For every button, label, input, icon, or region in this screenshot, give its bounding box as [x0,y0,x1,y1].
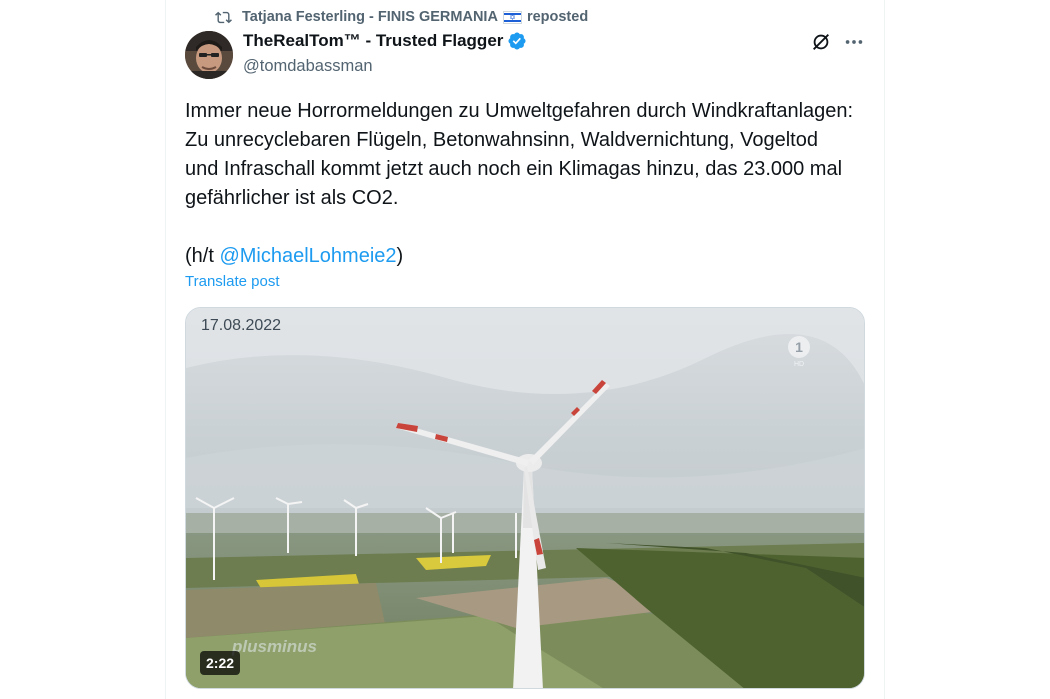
tweet-body: Immer neue Horrormeldungen zu Umweltgefa… [185,100,859,209]
repost-icon [215,11,232,23]
author-name-row[interactable]: TheRealTom™ - Trusted Flagger [243,31,527,51]
grok-icon[interactable] [810,31,832,53]
video-duration-badge: 2:22 [200,651,241,675]
repost-suffix: reposted [526,9,589,25]
hat-tip-prefix: (h/t [185,245,220,267]
video-player[interactable] [185,307,865,689]
author-handle[interactable]: @tomdabassman [243,57,373,76]
repost-header[interactable]: Tatjana Festerling - FINIS GERMANIA ✡ re… [215,7,588,27]
video-thumbnail [186,308,864,688]
translate-post-link[interactable]: Translate post [185,273,280,290]
plusminus-watermark: plusminus [232,637,318,656]
repost-author[interactable]: Tatjana Festerling - FINIS GERMANIA [242,9,498,25]
author-name[interactable]: TheRealTom™ - Trusted Flagger [243,31,503,51]
hat-tip-suffix: ) [396,245,404,267]
tweet-text: Immer neue Horrormeldungen zu Umweltgefa… [185,97,855,271]
video-date-overlay: 17.08.2022 [201,317,282,334]
verified-badge-icon [508,32,526,50]
mention-link[interactable]: @MichaelLohmeie2 [219,245,396,267]
channel-label: HD [794,361,804,368]
more-icon[interactable] [843,31,865,53]
avatar[interactable] [185,31,233,79]
ard-1-logo: 1 HD [788,336,810,368]
israel-flag-emoji: ✡ [502,10,522,24]
svg-text:1: 1 [795,339,803,355]
